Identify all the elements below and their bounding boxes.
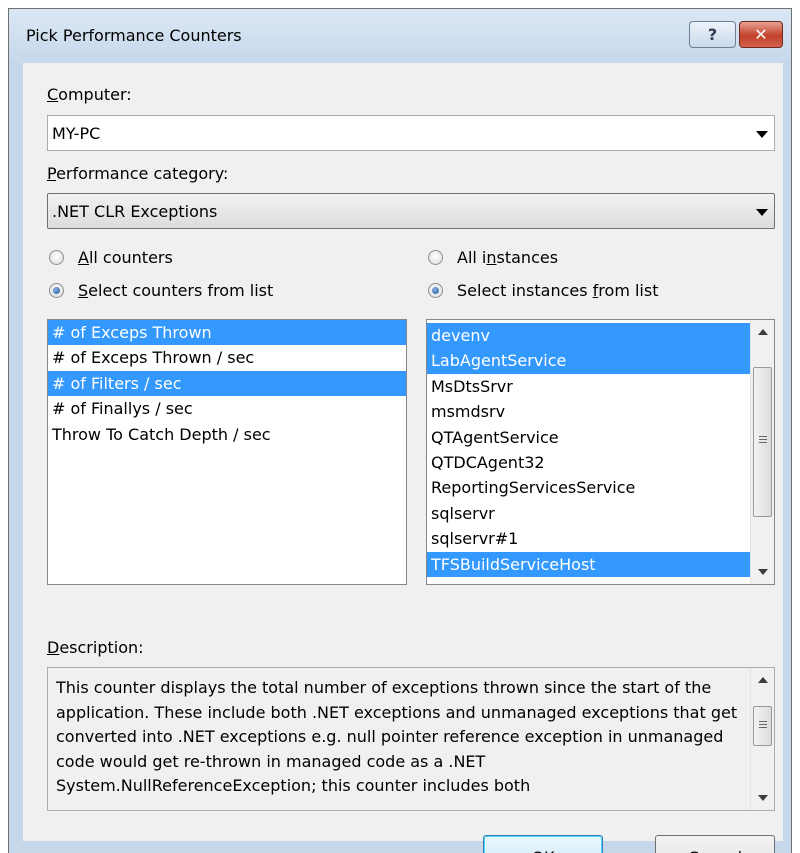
grip-line <box>759 724 767 725</box>
chevron-down-icon[interactable] <box>756 131 768 138</box>
title-bar[interactable]: Pick Performance Counters ? ✕ <box>9 9 791 63</box>
instance-item[interactable]: QTAgentService <box>427 425 750 450</box>
radio-icon[interactable] <box>49 250 64 265</box>
dialog-client: Computer: MY-PC Performance category: .N… <box>23 63 783 853</box>
grip-line <box>759 727 767 728</box>
select-instances-radio[interactable]: Select instances from list <box>428 281 658 300</box>
counter-item[interactable]: # of Finallys / sec <box>48 396 406 421</box>
select-counters-radio[interactable]: Select counters from list <box>49 281 273 300</box>
instance-item[interactable]: MsDtsSrvr <box>427 374 750 399</box>
radio-checked-icon[interactable] <box>428 283 443 298</box>
counter-item[interactable]: # of Exceps Thrown <box>48 320 406 346</box>
scroll-down-icon[interactable] <box>758 795 768 801</box>
grip-line <box>759 436 767 437</box>
all-instances-label: All instances <box>457 248 559 267</box>
dialog-window: Pick Performance Counters ? ✕ Computer: … <box>8 8 792 853</box>
computer-label: Computer: <box>47 85 132 104</box>
instance-item[interactable]: sqlservr#1 <box>427 526 750 551</box>
counter-item[interactable]: # of Filters / sec <box>48 370 406 397</box>
instance-item[interactable]: devenv <box>427 323 750 349</box>
counter-item[interactable]: Throw To Catch Depth / sec <box>48 422 406 447</box>
all-counters-label: All counters <box>78 248 173 267</box>
instances-listbox[interactable]: devenv LabAgentService MsDtsSrvr msmdsrv… <box>426 319 775 585</box>
select-counters-label: Select counters from list <box>78 281 274 300</box>
all-instances-radio[interactable]: All instances <box>428 248 558 267</box>
instance-item[interactable]: LabAgentService <box>427 348 750 374</box>
scroll-up-icon[interactable] <box>758 329 768 335</box>
computer-combobox[interactable]: MY-PC <box>47 115 775 151</box>
category-label: Performance category: <box>47 164 229 183</box>
instance-item[interactable]: QTDCAgent32 <box>427 450 750 475</box>
instance-item[interactable]: msmdsrv <box>427 399 750 424</box>
help-button[interactable]: ? <box>689 21 736 48</box>
description-box[interactable]: This counter displays the total number o… <box>47 667 775 811</box>
computer-value: MY-PC <box>52 124 101 143</box>
scroll-down-icon[interactable] <box>758 569 768 575</box>
cancel-button[interactable]: Cancel <box>655 835 775 853</box>
counter-item[interactable]: # of Exceps Thrown / sec <box>48 345 406 370</box>
description-text: This counter displays the total number o… <box>56 678 738 795</box>
instances-items: devenv LabAgentService MsDtsSrvr msmdsrv… <box>427 323 750 577</box>
description-scrollbar[interactable] <box>750 668 774 810</box>
grip-line <box>759 721 767 722</box>
scrollbar-thumb[interactable] <box>753 706 772 746</box>
ok-button[interactable]: OK <box>483 835 603 853</box>
close-icon: ✕ <box>754 25 768 44</box>
close-button[interactable]: ✕ <box>739 21 783 48</box>
counters-listbox[interactable]: # of Exceps Thrown # of Exceps Thrown / … <box>47 319 407 585</box>
instance-item[interactable]: ReportingServicesService <box>427 475 750 500</box>
scrollbar-thumb[interactable] <box>753 367 772 517</box>
description-label: Description: <box>47 638 144 657</box>
help-icon: ? <box>707 25 718 44</box>
select-instances-label: Select instances from list <box>457 281 659 300</box>
instance-item[interactable]: TFSBuildServiceHost <box>427 551 750 577</box>
all-counters-radio[interactable]: All counters <box>49 248 173 267</box>
scroll-up-icon[interactable] <box>758 677 768 683</box>
chevron-down-icon[interactable] <box>756 209 768 216</box>
category-value: .NET CLR Exceptions <box>52 202 218 221</box>
radio-icon[interactable] <box>428 250 443 265</box>
category-dropdown[interactable]: .NET CLR Exceptions <box>47 193 775 229</box>
grip-line <box>759 439 767 440</box>
grip-line <box>759 442 767 443</box>
radio-checked-icon[interactable] <box>49 283 64 298</box>
instance-item[interactable]: sqlservr <box>427 501 750 526</box>
dialog-title: Pick Performance Counters <box>26 26 242 45</box>
instances-scrollbar[interactable] <box>750 320 774 584</box>
